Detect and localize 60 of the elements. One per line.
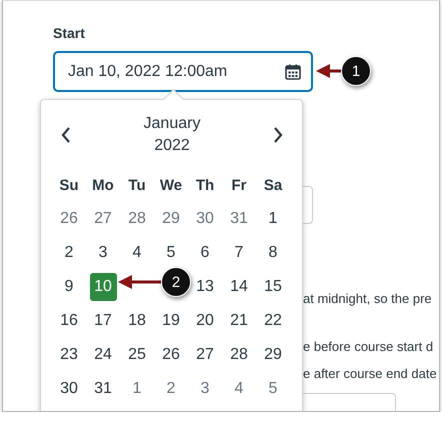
calendar-day[interactable]: 4 — [226, 375, 252, 403]
calendar-day[interactable]: 2 — [158, 375, 184, 403]
description-text: e before course start d — [303, 339, 434, 354]
calendar-day[interactable]: 18 — [124, 307, 150, 335]
weekday-header: Th — [194, 176, 216, 196]
calendar-day[interactable]: 23 — [56, 341, 82, 369]
weekday-header: We — [158, 176, 184, 196]
weekday-header: Sa — [262, 176, 284, 196]
calendar-icon[interactable] — [285, 64, 301, 80]
description-text: at midnight, so the pre — [303, 291, 432, 306]
calendar-day[interactable]: 3 — [90, 239, 116, 267]
callout-badge: 1 — [341, 56, 371, 86]
calendar-day[interactable]: 31 — [90, 375, 116, 403]
pointer-arrow — [316, 64, 343, 78]
calendar-day[interactable]: 25 — [124, 341, 150, 369]
calendar-day[interactable]: 19 — [158, 307, 184, 335]
calendar-day[interactable]: 1 — [260, 205, 286, 233]
calendar-day[interactable]: 29 — [260, 341, 286, 369]
calendar-day[interactable]: 14 — [226, 273, 252, 301]
calendar-day[interactable]: 2 — [56, 239, 82, 267]
weekday-header: Fr — [230, 176, 248, 196]
calendar-day[interactable]: 5 — [158, 239, 184, 267]
calendar-day[interactable]: 29 — [158, 205, 184, 233]
previous-month-icon[interactable] — [60, 126, 72, 144]
pointer-arrow — [118, 275, 163, 289]
weekday-header: Su — [58, 176, 80, 196]
calendar-day[interactable]: 27 — [192, 341, 218, 369]
calendar-day[interactable]: 24 — [90, 341, 116, 369]
calendar-day[interactable]: 20 — [192, 307, 218, 335]
calendar-day[interactable]: 5 — [260, 375, 286, 403]
calendar-day[interactable]: 30 — [56, 375, 82, 403]
calendar-day[interactable]: 26 — [158, 341, 184, 369]
calendar-day[interactable]: 3 — [192, 375, 218, 403]
field-label: Start — [53, 25, 86, 41]
calendar-day[interactable]: 22 — [260, 307, 286, 335]
calendar-day[interactable]: 4 — [124, 239, 150, 267]
calendar-day[interactable]: 28 — [124, 205, 150, 233]
calendar-day[interactable]: 1 — [124, 375, 150, 403]
weekday-header: Tu — [127, 176, 147, 196]
calendar-day[interactable]: 28 — [226, 341, 252, 369]
next-month-icon[interactable] — [272, 126, 284, 144]
year-label: 2022 — [154, 137, 190, 155]
month-label: January — [144, 115, 200, 133]
calendar-day[interactable]: 6 — [192, 239, 218, 267]
calendar-day[interactable]: 21 — [226, 307, 252, 335]
calendar-day[interactable]: 8 — [260, 239, 286, 267]
calendar-day[interactable]: 9 — [56, 273, 82, 301]
calendar-day[interactable]: 7 — [226, 239, 252, 267]
description-text: e after course end date — [303, 366, 437, 381]
calendar-day[interactable]: 30 — [192, 205, 218, 233]
calendar-day[interactable]: 15 — [260, 273, 286, 301]
calendar-day[interactable]: 17 — [90, 307, 116, 335]
calendar-day[interactable]: 27 — [90, 205, 116, 233]
calendar-day[interactable]: 26 — [56, 205, 82, 233]
weekday-header: Mo — [91, 176, 115, 196]
calendar-day[interactable]: 16 — [56, 307, 82, 335]
calendar-day[interactable]: 13 — [192, 273, 218, 301]
selected-day[interactable]: 10 — [90, 273, 116, 301]
calendar-day[interactable]: 31 — [226, 205, 252, 233]
date-input[interactable]: Jan 10, 2022 12:00am — [53, 51, 313, 92]
